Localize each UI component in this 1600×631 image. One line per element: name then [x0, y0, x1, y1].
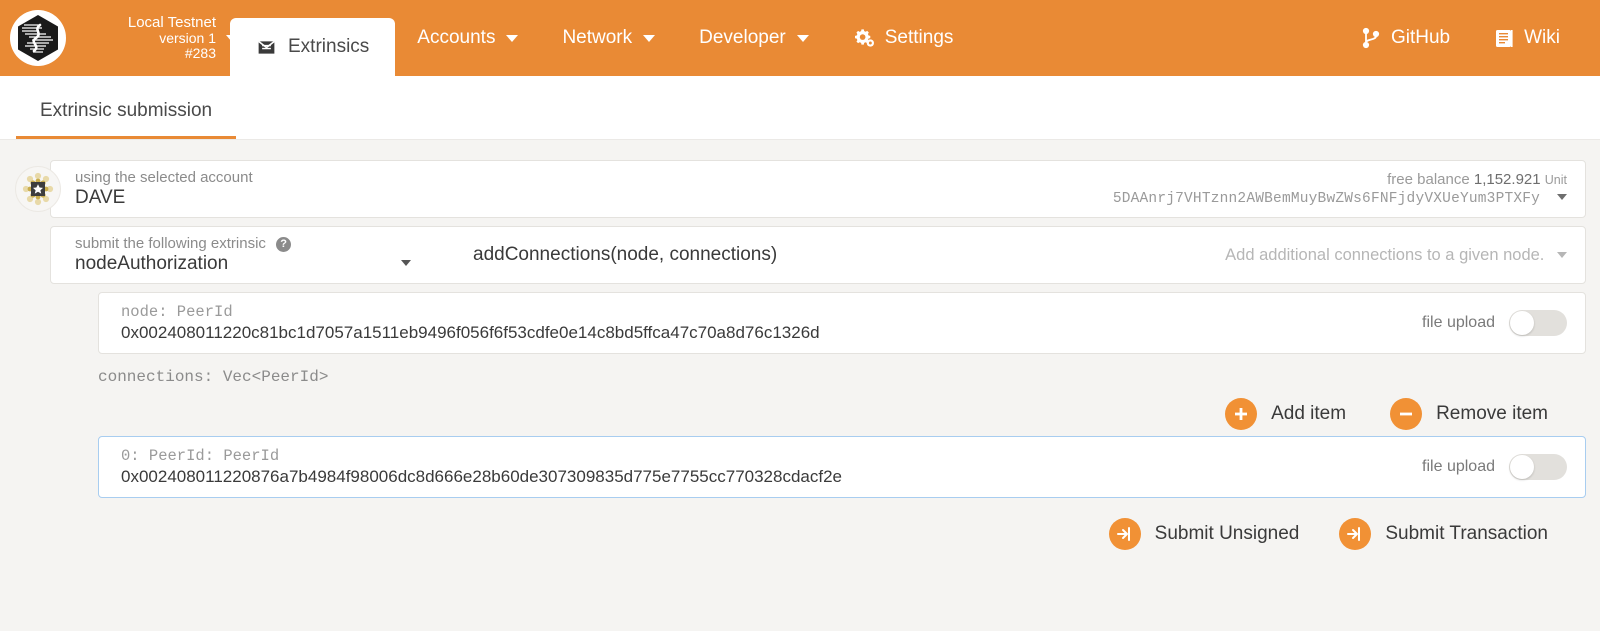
param-connection-0-value[interactable]: 0x002408011220876a7b4984f98006dc8d666e28…	[121, 467, 842, 487]
nav-item-network-label: Network	[562, 27, 632, 49]
nav-item-developer[interactable]: Developer	[677, 0, 831, 76]
chevron-down-icon	[643, 35, 655, 42]
chain-info: Local Testnet version 1 #283	[76, 15, 216, 61]
account-info: using the selected account DAVE	[75, 169, 253, 209]
github-branch-icon	[1361, 27, 1381, 49]
main-content: using the selected account DAVE free bal…	[0, 140, 1600, 550]
param-node-content: node: PeerId 0x002408011220c81bc1d7057a1…	[121, 303, 820, 343]
add-item-label: Add item	[1271, 403, 1346, 425]
sub-tab-extrinsic-submission-label: Extrinsic submission	[40, 100, 212, 121]
chevron-down-icon	[1557, 194, 1567, 200]
account-address: 5DAAnrj7VHTznn2AWBemMuyBwZWs6FNFjdyVXUeY…	[1113, 191, 1540, 207]
nav-link-wiki-label: Wiki	[1524, 27, 1560, 49]
submit-transaction-button[interactable]: Submit Transaction	[1339, 518, 1548, 550]
pallet-select[interactable]: submit the following extrinsic ? nodeAut…	[75, 235, 425, 275]
free-balance-label: free balance	[1387, 171, 1470, 188]
tab-extrinsics[interactable]: Extrinsics	[230, 18, 395, 76]
extrinsic-description-row[interactable]: Add additional connections to a given no…	[1225, 246, 1567, 265]
submit-unsigned-label: Submit Unsigned	[1155, 523, 1300, 545]
chain-name: Local Testnet	[76, 15, 216, 31]
book-icon	[1494, 28, 1514, 49]
tab-extrinsics-label: Extrinsics	[288, 36, 369, 58]
toggle-knob	[1510, 455, 1534, 479]
param-connection-0-content: 0: PeerId: PeerId 0x002408011220876a7b49…	[121, 447, 842, 487]
account-field-label: using the selected account	[75, 169, 253, 186]
gear-icon	[853, 28, 875, 48]
param-connection-0-wrap: 0: PeerId: PeerId 0x002408011220876a7b49…	[98, 436, 1586, 498]
remove-item-button[interactable]: Remove item	[1390, 398, 1548, 430]
account-row: using the selected account DAVE free bal…	[14, 160, 1586, 218]
sign-in-arrow-icon	[1339, 518, 1371, 550]
remove-item-label: Remove item	[1436, 403, 1548, 425]
chevron-down-icon[interactable]	[226, 35, 238, 42]
chain-version: version 1	[76, 31, 216, 46]
chevron-down-icon	[506, 35, 518, 42]
nav-right-links: GitHub Wiki	[1339, 0, 1600, 76]
extrinsic-field-label: submit the following extrinsic ?	[75, 235, 425, 252]
connections-vector-label: connections: Vec<PeerId>	[98, 368, 1586, 386]
chain-block-number: #283	[76, 46, 216, 61]
toggle-knob	[1510, 311, 1534, 335]
help-circle-icon[interactable]: ?	[276, 237, 291, 252]
sign-in-arrow-icon	[1109, 518, 1141, 550]
param-node[interactable]: node: PeerId 0x002408011220c81bc1d7057a1…	[98, 292, 1586, 354]
add-item-button[interactable]: Add item	[1225, 398, 1346, 430]
nav-item-settings[interactable]: Settings	[831, 0, 976, 76]
submit-unsigned-button[interactable]: Submit Unsigned	[1109, 518, 1300, 550]
param-node-upload-label: file upload	[1422, 314, 1495, 332]
free-balance-unit: Unit	[1545, 173, 1567, 187]
extrinsics-mail-icon	[256, 37, 277, 58]
chevron-down-icon	[401, 260, 411, 266]
extrinsic-selector: submit the following extrinsic ? nodeAut…	[50, 226, 1586, 284]
nav-item-accounts-label: Accounts	[417, 27, 495, 49]
nav-item-settings-label: Settings	[885, 27, 954, 49]
file-upload-toggle[interactable]	[1509, 454, 1567, 480]
param-node-wrap: node: PeerId 0x002408011220c81bc1d7057a1…	[98, 292, 1586, 354]
vector-actions: Add item Remove item	[14, 398, 1586, 430]
param-node-value[interactable]: 0x002408011220c81bc1d7057a1511eb9496f056…	[121, 323, 820, 343]
param-node-type: node: PeerId	[121, 303, 820, 321]
nav-link-github-label: GitHub	[1391, 27, 1450, 49]
submit-transaction-label: Submit Transaction	[1385, 523, 1548, 545]
nav-link-wiki[interactable]: Wiki	[1472, 0, 1582, 76]
free-balance: free balance 1,152.921 Unit	[1113, 171, 1567, 188]
param-connection-0-type: 0: PeerId: PeerId	[121, 447, 842, 465]
top-navigation-bar: Local Testnet version 1 #283 Extrinsics …	[0, 0, 1600, 76]
plus-circle-icon	[1225, 398, 1257, 430]
account-balance-block: free balance 1,152.921 Unit 5DAAnrj7VHTz…	[1113, 171, 1567, 207]
account-name: DAVE	[75, 187, 253, 209]
nav-item-developer-label: Developer	[699, 27, 786, 49]
chevron-down-icon	[797, 35, 809, 42]
substrate-logo-icon	[10, 10, 66, 66]
free-balance-value: 1,152.921	[1474, 171, 1541, 188]
chain-selector[interactable]: Local Testnet version 1 #283	[0, 0, 228, 76]
main-nav-items: Accounts Network Developer Settings	[395, 0, 1600, 76]
nav-item-accounts[interactable]: Accounts	[395, 0, 540, 76]
file-upload-toggle[interactable]	[1509, 310, 1567, 336]
sub-tab-extrinsic-submission[interactable]: Extrinsic submission	[16, 100, 236, 139]
nav-link-github[interactable]: GitHub	[1339, 0, 1472, 76]
param-node-upload[interactable]: file upload	[1422, 310, 1567, 336]
chevron-down-icon	[1557, 252, 1567, 258]
param-connection-0-upload[interactable]: file upload	[1422, 454, 1567, 480]
method-value[interactable]: addConnections(node, connections)	[473, 244, 777, 266]
extrinsic-row: submit the following extrinsic ? nodeAut…	[14, 218, 1586, 284]
sub-tab-bar: Extrinsic submission	[0, 76, 1600, 140]
minus-circle-icon	[1390, 398, 1422, 430]
param-connection-0-upload-label: file upload	[1422, 458, 1495, 476]
param-connection-0[interactable]: 0: PeerId: PeerId 0x002408011220876a7b49…	[98, 436, 1586, 498]
extrinsic-field-label-text: submit the following extrinsic	[75, 235, 266, 252]
account-selector[interactable]: using the selected account DAVE free bal…	[50, 160, 1586, 218]
account-address-row[interactable]: 5DAAnrj7VHTznn2AWBemMuyBwZWs6FNFjdyVXUeY…	[1113, 191, 1567, 207]
account-identicon	[15, 166, 61, 212]
pallet-value: nodeAuthorization	[75, 253, 425, 275]
nav-item-network[interactable]: Network	[540, 0, 677, 76]
extrinsic-description: Add additional connections to a given no…	[1225, 246, 1544, 264]
submit-actions: Submit Unsigned Submit Transaction	[14, 518, 1586, 550]
